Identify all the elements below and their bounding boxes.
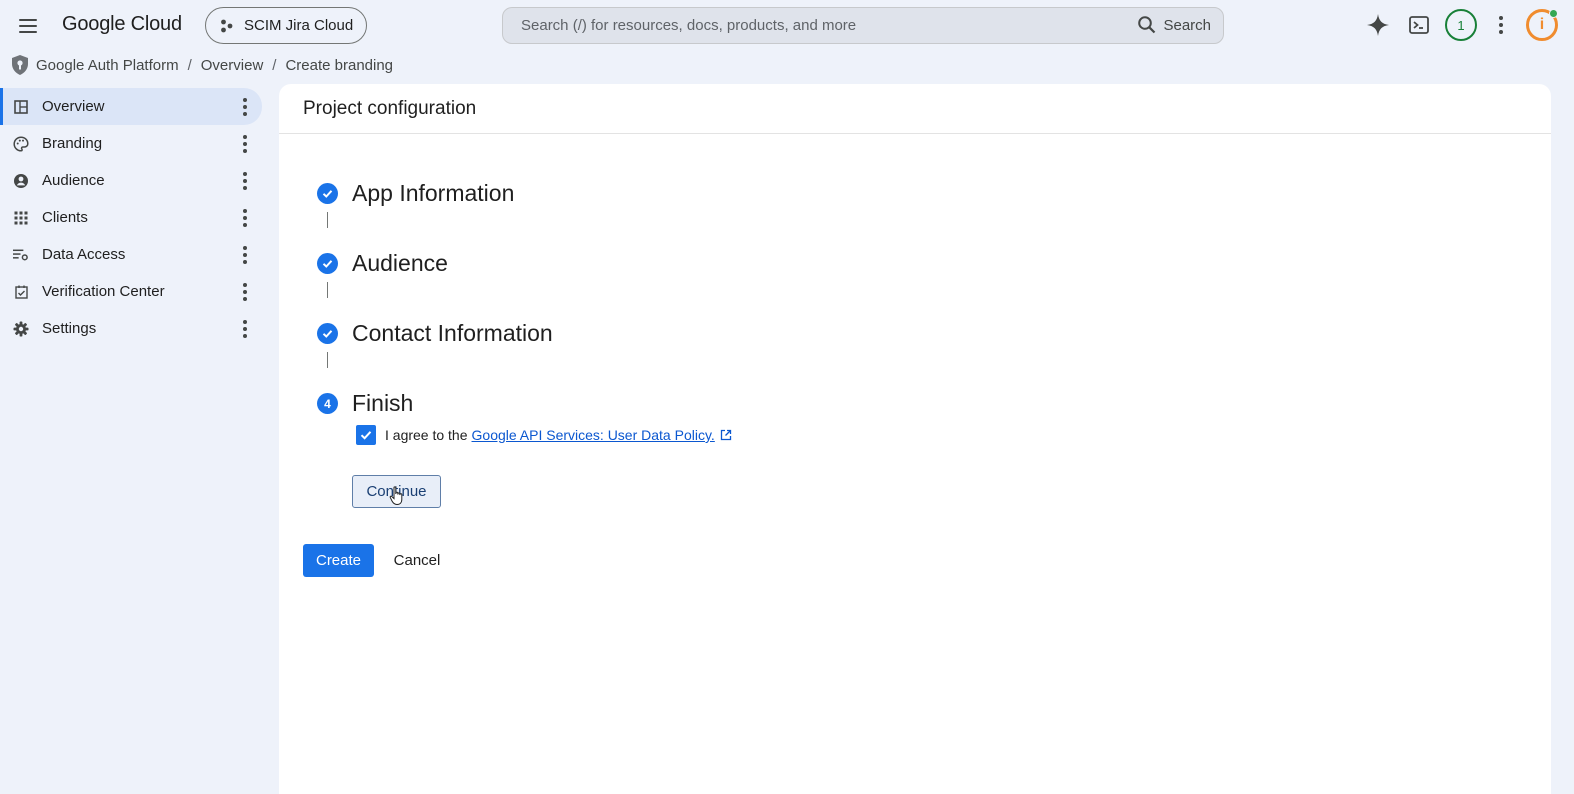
check-circle-icon [317,323,338,344]
step-title: Contact Information [352,320,553,346]
sidebar: Overview Branding Audience Clients Data … [0,88,270,347]
sidebar-item-label: Verification Center [42,283,165,300]
account-avatar[interactable]: i [1526,9,1558,41]
agree-text: I agree to the [385,427,468,443]
sidebar-item-settings[interactable]: Settings [0,310,270,347]
step-audience: Audience [317,250,448,277]
policy-agreement: I agree to the Google API Services: User… [356,425,732,445]
notification-badge[interactable]: 1 [1445,9,1477,41]
sidebar-item-label: Settings [42,320,97,337]
sidebar-item-label: Branding [42,135,103,152]
search-bar: Search [502,7,1224,44]
step-contact-information: Contact Information [317,320,553,347]
breadcrumb-separator: / [272,56,277,74]
dashboard-icon [13,99,29,115]
more-vertical-icon[interactable] [237,246,253,264]
main-card: Project configuration App Information Au… [279,84,1551,794]
search-input[interactable] [521,17,1121,34]
hand-cursor-icon [389,486,403,506]
check-circle-icon [317,253,338,274]
more-vertical-icon[interactable] [237,135,253,153]
step-number: 4 [317,393,338,414]
shield-icon [12,55,28,75]
status-dot [1549,9,1558,18]
search-icon [1138,16,1156,34]
breadcrumb-root[interactable]: Google Auth Platform [36,57,179,74]
more-vertical-icon[interactable] [237,320,253,338]
checkbox-calendar-icon [13,284,29,300]
breadcrumb-overview[interactable]: Overview [201,57,264,74]
search-button-label: Search [1163,16,1211,34]
sidebar-item-label: Data Access [42,246,126,263]
check-circle-icon [317,183,338,204]
more-vertical-icon[interactable] [237,283,253,301]
step-app-information: App Information [317,180,514,207]
grid-icon [13,210,29,226]
sidebar-item-data-access[interactable]: Data Access [0,236,270,273]
sidebar-item-verification-center[interactable]: Verification Center [0,273,270,310]
step-finish: 4 Finish [317,390,413,417]
gear-icon [13,321,29,337]
google-cloud-logo[interactable]: Google Cloud [62,13,182,36]
create-button[interactable]: Create [303,544,374,577]
palette-icon [13,135,29,152]
breadcrumb: Google Auth Platform / Overview / Create… [10,54,393,76]
project-picker-button[interactable]: SCIM Jira Cloud [205,7,367,44]
cancel-button[interactable]: Cancel [383,544,451,577]
project-nodes-icon [221,19,233,32]
person-circle-icon [13,173,29,189]
sidebar-item-label: Audience [42,172,105,189]
step-connector [327,282,328,298]
breadcrumb-current: Create branding [285,56,394,74]
agree-checkbox[interactable] [356,425,376,445]
step-title: Finish [352,390,414,416]
step-title: App Information [352,180,515,206]
avatar-letter: i [1539,16,1545,33]
data-settings-icon [13,247,29,263]
external-link-icon [720,429,731,441]
search-button[interactable]: Search [1137,15,1211,35]
menu-icon[interactable] [14,12,42,40]
sidebar-item-label: Clients [42,209,88,226]
policy-link[interactable]: Google API Services: User Data Policy. [472,427,715,443]
step-connector [327,212,328,228]
gemini-sparkle-icon[interactable] [1365,12,1391,38]
more-vertical-icon[interactable] [1488,12,1514,38]
page-title: Project configuration [279,84,1551,134]
sidebar-item-label: Overview [42,98,105,115]
cloud-shell-terminal-icon[interactable] [1406,12,1432,38]
step-title: Audience [352,250,448,276]
step-connector [327,352,328,368]
breadcrumb-separator: / [187,56,192,74]
more-vertical-icon[interactable] [237,172,253,190]
sidebar-item-branding[interactable]: Branding [0,125,270,162]
sidebar-item-audience[interactable]: Audience [0,162,270,199]
more-vertical-icon[interactable] [237,209,253,227]
sidebar-item-overview[interactable]: Overview [0,88,262,125]
sidebar-item-clients[interactable]: Clients [0,199,270,236]
check-icon [360,431,372,440]
top-bar: Google Cloud SCIM Jira Cloud Search 1 i [0,0,1574,50]
project-name: SCIM Jira Cloud [244,17,354,34]
more-vertical-icon[interactable] [237,98,253,116]
